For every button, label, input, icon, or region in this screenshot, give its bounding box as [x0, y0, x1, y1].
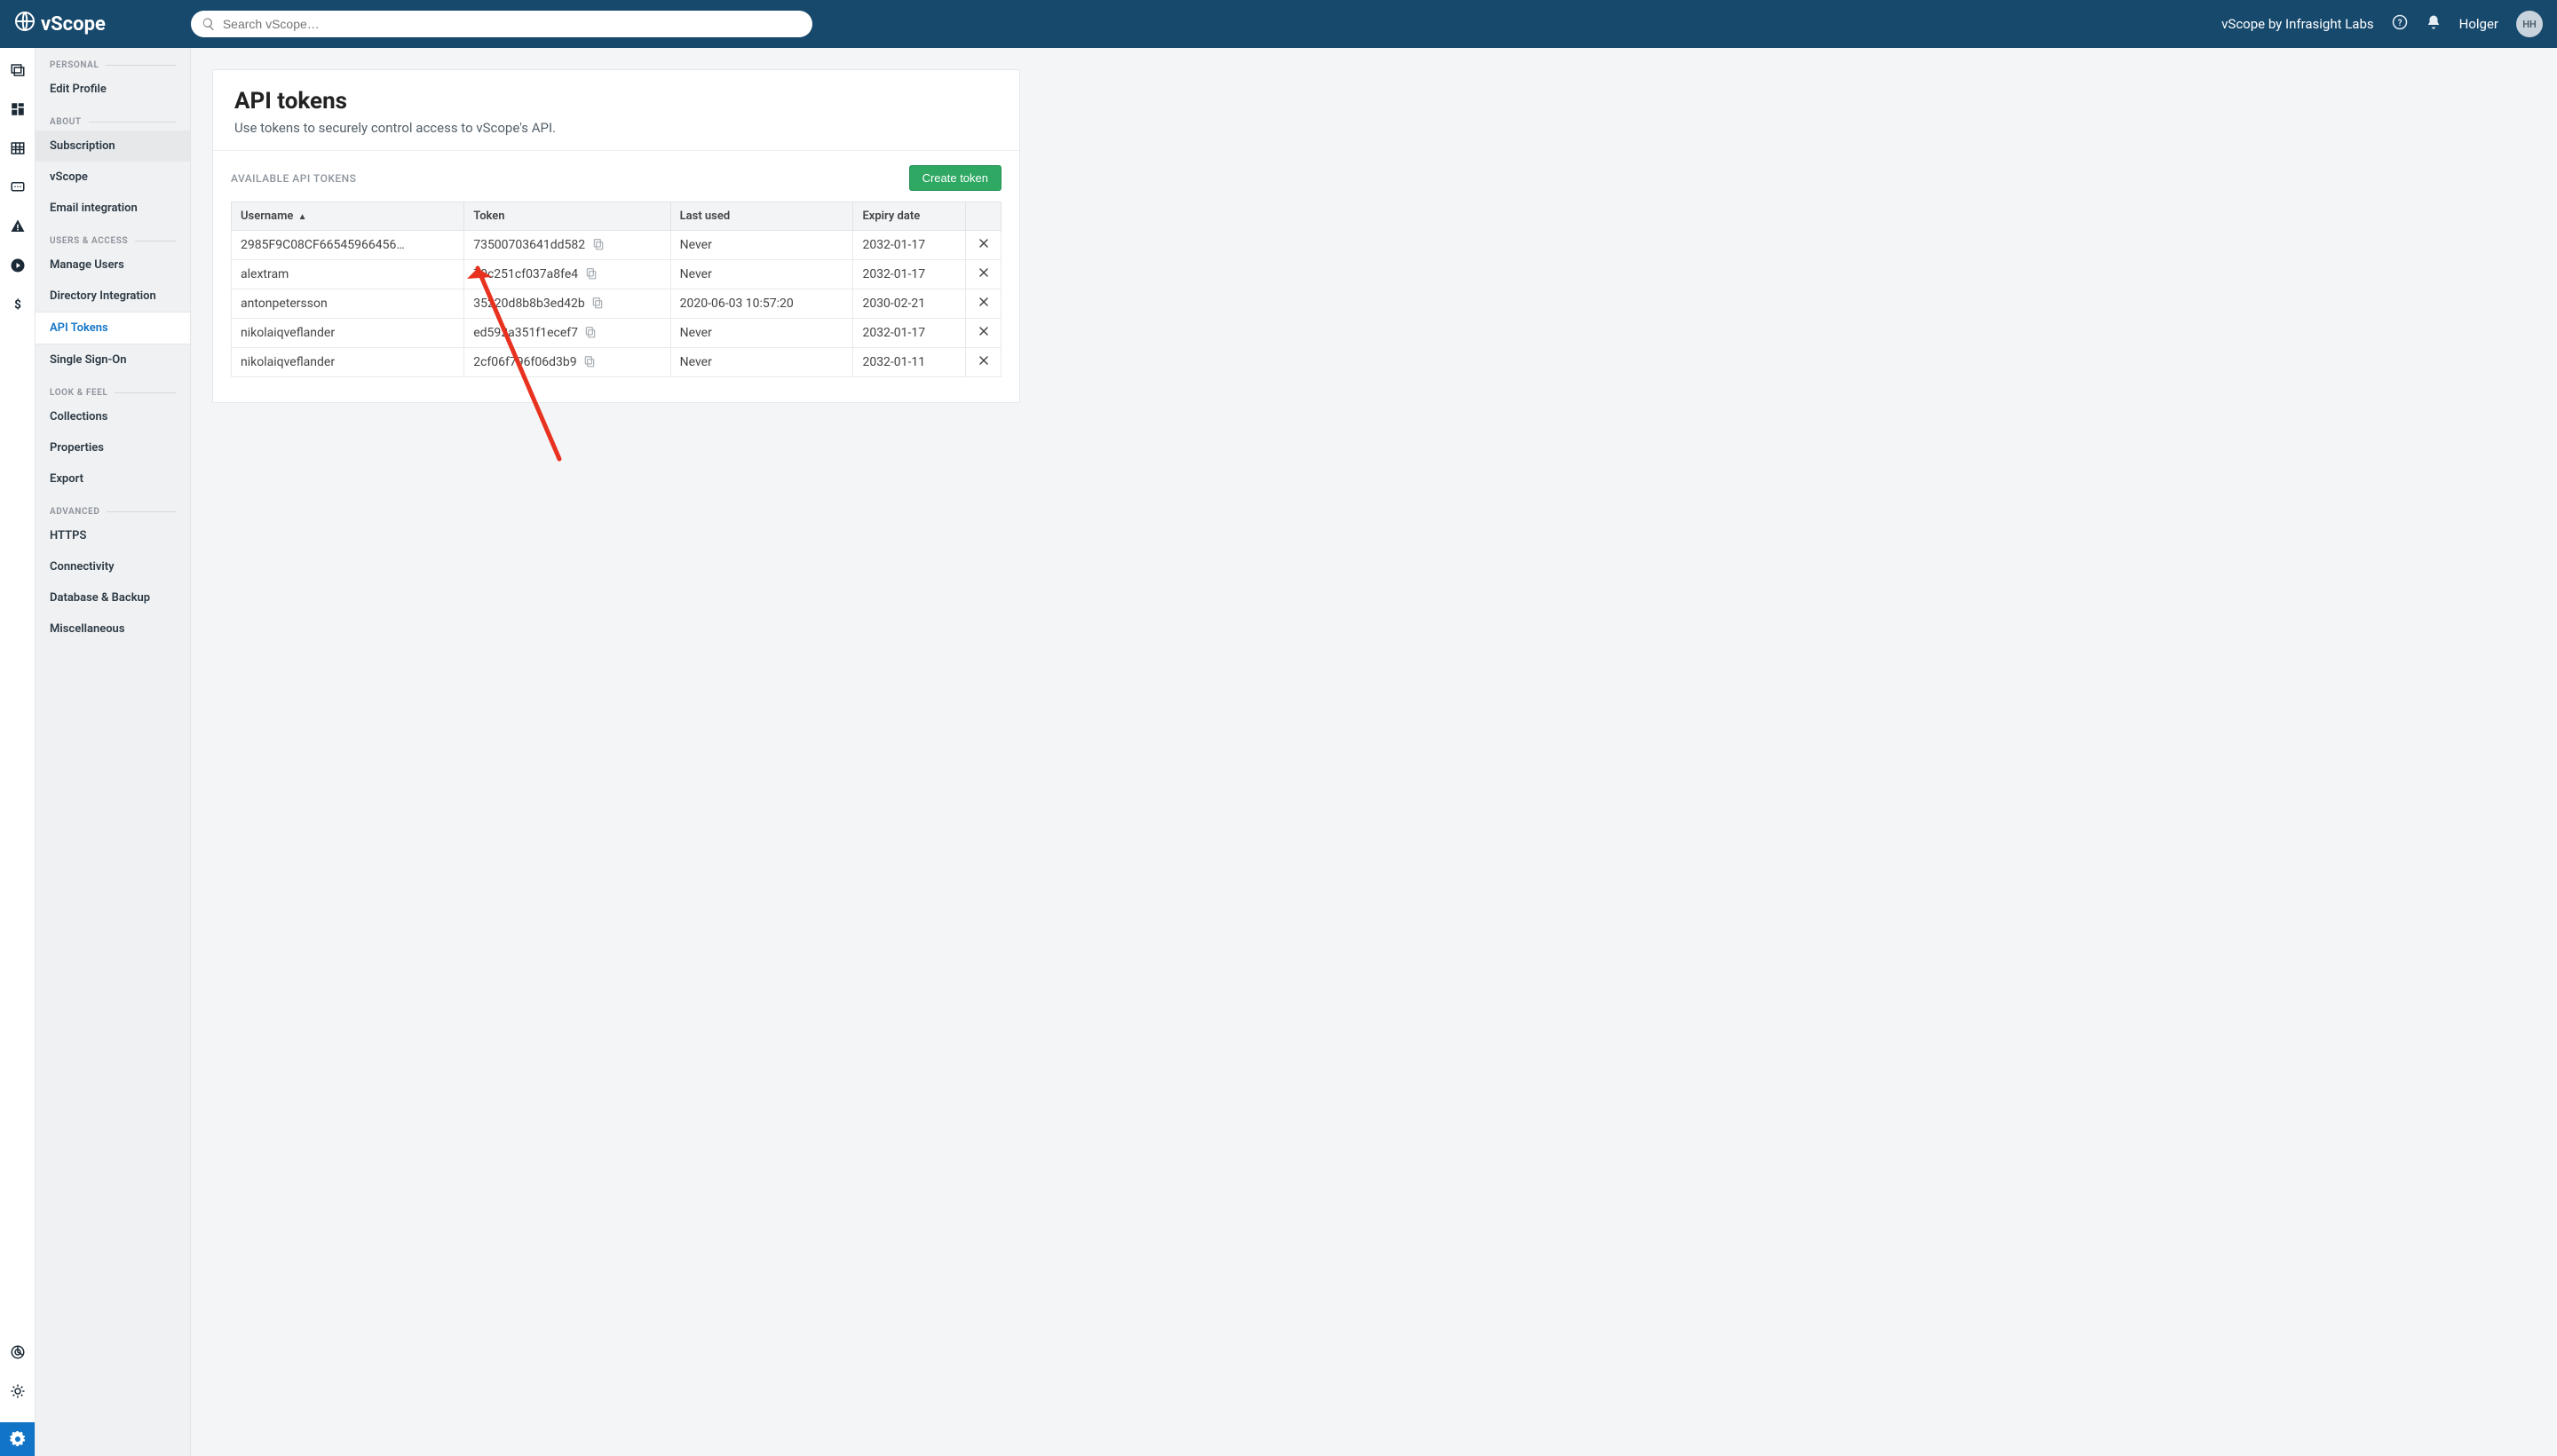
panel: API tokens Use tokens to securely contro…	[212, 69, 1020, 403]
cell-expiry: 2032-01-17	[853, 260, 966, 289]
sidebar-item-manage-users[interactable]: Manage Users	[36, 249, 190, 281]
sidebar-item-edit-profile[interactable]: Edit Profile	[36, 74, 190, 105]
sidebar-group-head: LOOK & FEEL	[36, 376, 190, 401]
cell-expiry: 2032-01-17	[853, 231, 966, 260]
cell-token: 70c251cf037a8fe4	[464, 260, 670, 289]
search-wrap	[191, 11, 812, 37]
cell-expiry: 2032-01-11	[853, 348, 966, 377]
rail-dashboard-icon[interactable]	[10, 101, 26, 121]
cell-username: nikolaiqveflander	[232, 348, 464, 377]
sidebar-item-miscellaneous[interactable]: Miscellaneous	[36, 613, 190, 645]
sidebar-group-head: ADVANCED	[36, 495, 190, 520]
cell-token: 35220d8b8b3ed42b	[464, 289, 670, 319]
col-expiry[interactable]: Expiry date	[853, 202, 966, 231]
help-icon[interactable]: ?	[2392, 14, 2408, 34]
copy-icon[interactable]	[583, 355, 596, 369]
table-row: 2985F9C08CF66545966456…73500703641dd582 …	[232, 231, 1001, 260]
main: API tokens Use tokens to securely contro…	[191, 48, 2557, 1456]
cell-username: nikolaiqveflander	[232, 319, 464, 348]
sidebar-item-api-tokens[interactable]: API Tokens	[36, 312, 190, 344]
sidebar-group-head: PERSONAL	[36, 48, 190, 74]
tagline[interactable]: vScope by Infrasight Labs	[2221, 16, 2373, 32]
col-username[interactable]: Username ▲	[232, 202, 464, 231]
copy-icon[interactable]	[592, 238, 605, 252]
table-row: nikolaiqveflander2cf06f796f06d3b9 Never2…	[232, 348, 1001, 377]
rail-layers-icon[interactable]	[10, 62, 26, 82]
sidebar-group-head: ABOUT	[36, 105, 190, 131]
cell-last-used: Never	[670, 231, 853, 260]
page-subtitle: Use tokens to securely control access to…	[234, 120, 998, 136]
svg-text:?: ?	[2397, 19, 2402, 28]
svg-text:$: $	[14, 298, 21, 313]
rail: $	[0, 48, 36, 1456]
delete-icon[interactable]	[978, 326, 989, 340]
user-name[interactable]: Holger	[2459, 16, 2498, 32]
cell-expiry: 2032-01-17	[853, 319, 966, 348]
sidebar-item-database-backup[interactable]: Database & Backup	[36, 582, 190, 613]
delete-icon[interactable]	[978, 355, 989, 369]
cell-last-used: 2020-06-03 10:57:20	[670, 289, 853, 319]
cell-last-used: Never	[670, 319, 853, 348]
cell-token: 73500703641dd582	[464, 231, 670, 260]
cell-last-used: Never	[670, 260, 853, 289]
table-row: nikolaiqveflandered592a351f1ecef7 Never2…	[232, 319, 1001, 348]
sidebar-item-directory-integration[interactable]: Directory Integration	[36, 281, 190, 312]
avatar[interactable]: HH	[2516, 11, 2543, 37]
cell-expiry: 2030-02-21	[853, 289, 966, 319]
sidebar-item-vscope[interactable]: vScope	[36, 162, 190, 193]
bell-icon[interactable]	[2426, 14, 2442, 34]
rail-alert-icon[interactable]	[10, 218, 26, 238]
rail-play-icon[interactable]	[10, 257, 26, 277]
copy-icon[interactable]	[584, 326, 597, 340]
sidebar-item-single-sign-on[interactable]: Single Sign-On	[36, 344, 190, 376]
settings-sidebar: PERSONALEdit ProfileABOUTSubscriptionvSc…	[36, 48, 191, 1456]
brand[interactable]: vScope	[14, 11, 106, 37]
table-row: alextram70c251cf037a8fe4 Never2032-01-17	[232, 260, 1001, 289]
delete-icon[interactable]	[978, 267, 989, 281]
sidebar-item-connectivity[interactable]: Connectivity	[36, 551, 190, 582]
sidebar-group-head: USERS & ACCESS	[36, 224, 190, 249]
rail-message-icon[interactable]	[10, 179, 26, 199]
globe-icon	[14, 11, 36, 37]
table-row: antonpetersson35220d8b8b3ed42b 2020-06-0…	[232, 289, 1001, 319]
tokens-table: Username ▲ Token Last used Expiry date 2…	[231, 202, 1001, 377]
copy-icon[interactable]	[591, 297, 604, 311]
sort-asc-icon: ▲	[298, 212, 307, 222]
search-input[interactable]	[191, 11, 812, 37]
rail-table-icon[interactable]	[10, 140, 26, 160]
cell-username: antonpetersson	[232, 289, 464, 319]
cell-username: alextram	[232, 260, 464, 289]
cell-last-used: Never	[670, 348, 853, 377]
sidebar-item-subscription[interactable]: Subscription	[36, 131, 190, 162]
brand-text: vScope	[41, 13, 106, 36]
rail-radar-icon[interactable]	[10, 1344, 26, 1364]
col-token[interactable]: Token	[464, 202, 670, 231]
create-token-button[interactable]: Create token	[909, 165, 1001, 191]
rail-gear-icon[interactable]	[0, 1422, 35, 1456]
sidebar-item-export[interactable]: Export	[36, 463, 190, 495]
rail-dollar-icon[interactable]: $	[10, 297, 26, 316]
topbar-right: vScope by Infrasight Labs ? Holger HH	[2221, 11, 2543, 37]
cell-token: ed592a351f1ecef7	[464, 319, 670, 348]
cell-token: 2cf06f796f06d3b9	[464, 348, 670, 377]
topbar: vScope vScope by Infrasight Labs ? Holge…	[0, 0, 2557, 48]
sidebar-item-email-integration[interactable]: Email integration	[36, 193, 190, 224]
copy-icon[interactable]	[585, 267, 598, 281]
sidebar-item-properties[interactable]: Properties	[36, 432, 190, 463]
rail-settings2-icon[interactable]	[10, 1383, 26, 1403]
col-last-used[interactable]: Last used	[670, 202, 853, 231]
cell-username: 2985F9C08CF66545966456…	[232, 231, 464, 260]
delete-icon[interactable]	[978, 238, 989, 252]
page-title: API tokens	[234, 88, 998, 115]
sidebar-item-collections[interactable]: Collections	[36, 401, 190, 432]
section-title: AVAILABLE API TOKENS	[231, 172, 356, 185]
sidebar-item-https[interactable]: HTTPS	[36, 520, 190, 551]
delete-icon[interactable]	[978, 297, 989, 311]
